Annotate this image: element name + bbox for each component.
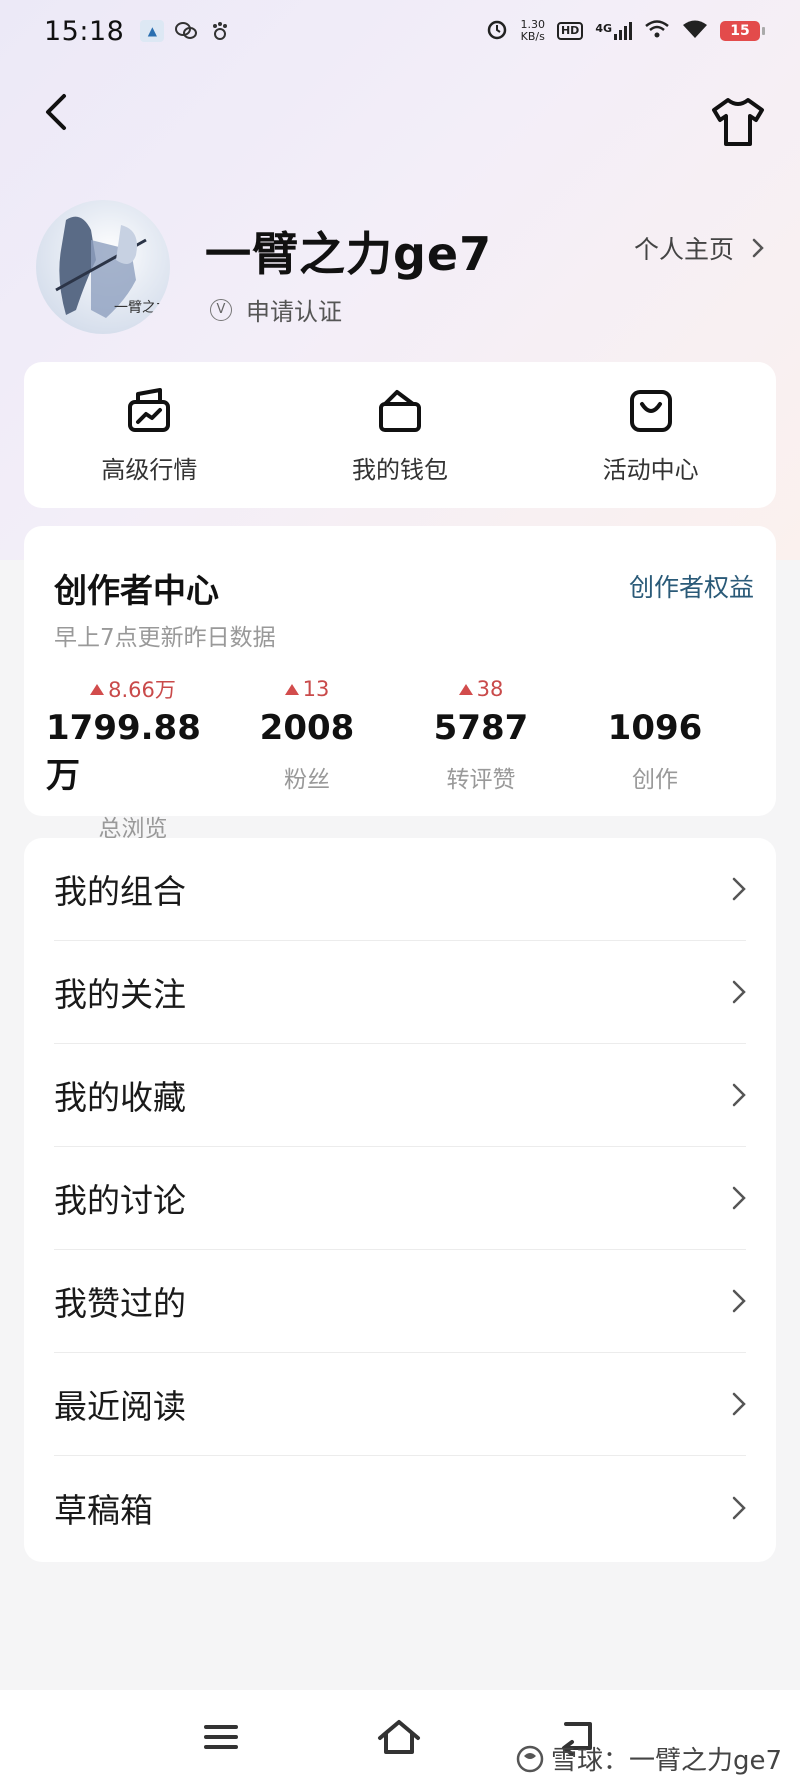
watermark: 雪球：一臂之力ge7: [515, 1740, 782, 1777]
menu-item-label: 我的关注: [54, 975, 186, 1014]
status-bar: 15:18 ▲ 1.30 KB/s HD 4G 15: [0, 0, 800, 62]
stat-label: 转评赞: [446, 767, 516, 793]
stat-value: 1096: [607, 708, 703, 748]
chevron-right-icon: [752, 238, 764, 258]
home-icon: [378, 1720, 420, 1754]
stat-label: 粉丝: [284, 767, 330, 793]
creator-benefits-link[interactable]: 创作者权益: [629, 568, 754, 604]
notification-icons: ▲: [140, 20, 232, 42]
menu-item-following[interactable]: 我的关注: [54, 941, 746, 1044]
menu-item-label: 草稿箱: [54, 1490, 153, 1530]
market-chart-icon: [128, 387, 171, 432]
up-triangle-icon: [90, 683, 105, 695]
chevron-right-icon: [732, 980, 746, 1004]
skin-button[interactable]: [710, 96, 766, 148]
back-button[interactable]: [36, 90, 80, 134]
menu-item-recent-reading[interactable]: 最近阅读: [54, 1353, 746, 1456]
stat-delta: 38: [458, 674, 504, 704]
menu-item-label: 最近阅读: [54, 1387, 186, 1426]
snowball-logo-icon: [516, 1745, 544, 1772]
stat-creations[interactable]: 1096 创作: [568, 674, 742, 843]
menu-item-discussions[interactable]: 我的讨论: [54, 1147, 746, 1250]
menu-item-label: 我的讨论: [54, 1181, 186, 1220]
menu-item-favorites[interactable]: 我的收藏: [54, 1044, 746, 1147]
battery-icon: 15: [720, 21, 765, 41]
stat-total-views[interactable]: 8.66万 1799.88万 总浏览: [46, 674, 220, 843]
network-type: 4G: [595, 22, 612, 35]
stat-delta-value: 38: [476, 677, 504, 701]
cellular-signal-icon: 4G: [595, 22, 632, 40]
baidu-icon: [208, 20, 232, 42]
stat-delta: 8.66万: [90, 674, 176, 704]
stat-value: 2008: [259, 708, 355, 748]
menu-item-label: 我的收藏: [54, 1078, 186, 1117]
avatar-art-image: 一臂之力: [55, 216, 170, 318]
quick-actions-card: 高级行情 我的钱包 活动中心: [24, 362, 776, 508]
up-triangle-icon: [458, 683, 473, 695]
menu-item-liked[interactable]: 我赞过的: [54, 1250, 746, 1353]
stat-label: 创作: [632, 767, 678, 793]
chevron-right-icon: [732, 1496, 746, 1519]
stat-delta: 13: [284, 674, 330, 704]
stat-interactions[interactable]: 38 5787 转评赞: [394, 674, 568, 843]
menu-item-drafts[interactable]: 草稿箱: [54, 1456, 746, 1559]
chevron-right-icon: [732, 1392, 746, 1416]
quick-action-label: 我的钱包: [352, 455, 448, 484]
wifi-icon: [682, 19, 708, 43]
chevron-left-icon: [46, 94, 66, 130]
hamburger-menu-icon: [204, 1725, 238, 1749]
creator-update-note: 早上7点更新昨日数据: [54, 625, 276, 651]
menu-item-portfolio[interactable]: 我的组合: [54, 838, 746, 941]
chevron-right-icon: [732, 1289, 746, 1313]
activity-bag-icon: [629, 389, 672, 432]
nav-menu-button[interactable]: [196, 1712, 246, 1762]
personal-homepage-link[interactable]: 个人主页: [634, 230, 764, 266]
stat-delta-value: 13: [302, 677, 330, 701]
stat-delta-value: 8.66万: [108, 678, 176, 702]
wallet-icon: [379, 389, 421, 432]
chevron-right-icon: [732, 1186, 746, 1210]
menu-list-card: 我的组合 我的关注 我的收藏 我的讨论 我赞过的 最近阅读 草稿箱: [24, 838, 776, 1562]
status-time: 15:18: [44, 15, 125, 47]
wifi-calling-icon: [644, 19, 670, 43]
tshirt-icon: [712, 98, 764, 146]
apply-verification[interactable]: V 申请认证: [210, 292, 342, 327]
watermark-text: 雪球：一臂之力ge7: [550, 1746, 782, 1776]
quick-action-label: 高级行情: [101, 455, 198, 484]
chevron-right-icon: [732, 877, 746, 901]
username[interactable]: 一臂之力ge7: [205, 218, 492, 284]
system-status-icons: 1.30 KB/s HD 4G 15: [486, 18, 765, 44]
stat-value: 1799.88万: [46, 708, 201, 796]
net-speed-unit: KB/s: [520, 30, 545, 43]
avatar[interactable]: 一臂之力: [36, 200, 170, 334]
homepage-label: 个人主页: [633, 235, 734, 264]
verify-label: 申请认证: [246, 298, 342, 326]
net-speed: 1.30 KB/s: [520, 19, 545, 43]
menu-item-label: 我的组合: [54, 872, 186, 911]
quick-action-wallet[interactable]: 我的钱包: [275, 362, 526, 508]
alarm-icon: [486, 18, 508, 44]
up-triangle-icon: [284, 683, 299, 695]
chevron-right-icon: [732, 1083, 746, 1107]
hd-badge: HD: [556, 22, 584, 40]
wechat-icon: [174, 20, 198, 42]
stat-followers[interactable]: 13 2008 粉丝: [220, 674, 394, 843]
nav-home-button[interactable]: [374, 1712, 424, 1762]
creator-center-card: 创作者中心 创作者权益 早上7点更新昨日数据 8.66万 1799.88万 总浏…: [24, 526, 776, 842]
stat-value: 5787: [433, 708, 529, 748]
quick-action-market[interactable]: 高级行情: [24, 362, 275, 508]
verify-v-icon: V: [210, 298, 232, 321]
app-notification-icon: ▲: [140, 20, 165, 42]
quick-action-label: 活动中心: [602, 455, 699, 484]
menu-item-label: 我赞过的: [54, 1284, 186, 1323]
creator-center-title: 创作者中心: [54, 571, 219, 610]
quick-action-activity[interactable]: 活动中心: [525, 362, 776, 508]
creator-stats: 8.66万 1799.88万 总浏览 13 2008 粉丝 38 5787 转评…: [24, 674, 776, 843]
